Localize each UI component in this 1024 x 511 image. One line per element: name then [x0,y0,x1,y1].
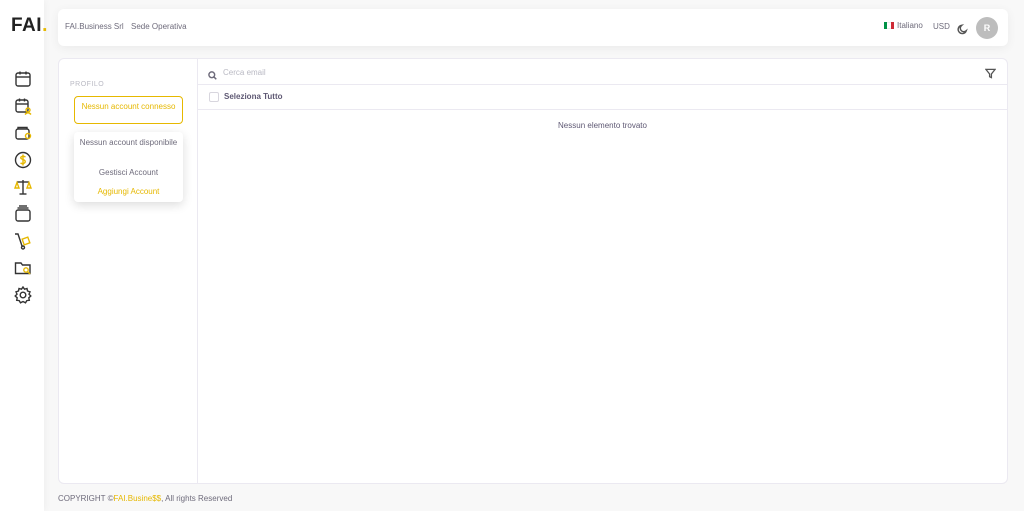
layers-icon[interactable] [14,205,32,223]
select-all-checkbox[interactable] [209,92,219,102]
select-all-row: Seleziona Tutto [198,85,1007,110]
app-logo[interactable]: FAI. [11,15,48,37]
account-select-button[interactable]: Nessun account connesso [74,96,183,124]
hand-truck-icon[interactable] [14,232,32,250]
account-dropdown: Nessun account disponibile Gestisci Acco… [74,132,183,202]
footer-copyright: COPYRIGHT ©FAI.Busine$$, All rights Rese… [58,494,233,503]
site-name[interactable]: Sede Operativa [131,22,187,31]
gear-icon[interactable] [14,285,32,304]
email-panel: PROFILO Nessun account connesso Nessun a… [58,58,1008,484]
calendar-icon[interactable] [14,70,32,88]
dollar-coin-icon[interactable] [14,151,32,169]
folder-search-icon[interactable] [14,259,32,277]
language-label: Italiano [897,21,923,30]
scale-icon[interactable] [14,178,32,196]
search-icon [208,67,218,80]
wallet-icon[interactable] [14,124,32,142]
profile-pane: PROFILO Nessun account connesso Nessun a… [59,59,198,483]
select-all-label[interactable]: Seleziona Tutto [224,92,283,101]
language-selector[interactable]: Italiano [884,21,923,30]
currency-selector[interactable]: USD [933,22,950,31]
no-account-available: Nessun account disponibile [79,138,178,147]
moon-icon[interactable] [957,22,969,35]
sidebar: FAI. [0,0,47,511]
calendar-user-icon[interactable] [14,97,32,115]
top-navbar: FAI.Business Srl Sede Operativa Italiano… [58,9,1008,46]
search-bar [198,59,1007,85]
company-name[interactable]: FAI.Business Srl [65,22,124,31]
email-list-pane: Seleziona Tutto Nessun elemento trovato [198,59,1007,483]
add-account-item[interactable]: Aggiungi Account [74,187,183,196]
manage-accounts-item[interactable]: Gestisci Account [74,168,183,177]
profile-label: PROFILO [70,81,105,88]
footer-brand-link[interactable]: FAI.Busine$$ [114,494,162,503]
filter-icon[interactable] [984,66,997,79]
empty-state-message: Nessun elemento trovato [558,121,647,130]
avatar[interactable]: R [976,17,998,39]
italy-flag-icon [884,22,894,29]
search-input[interactable] [223,64,963,80]
